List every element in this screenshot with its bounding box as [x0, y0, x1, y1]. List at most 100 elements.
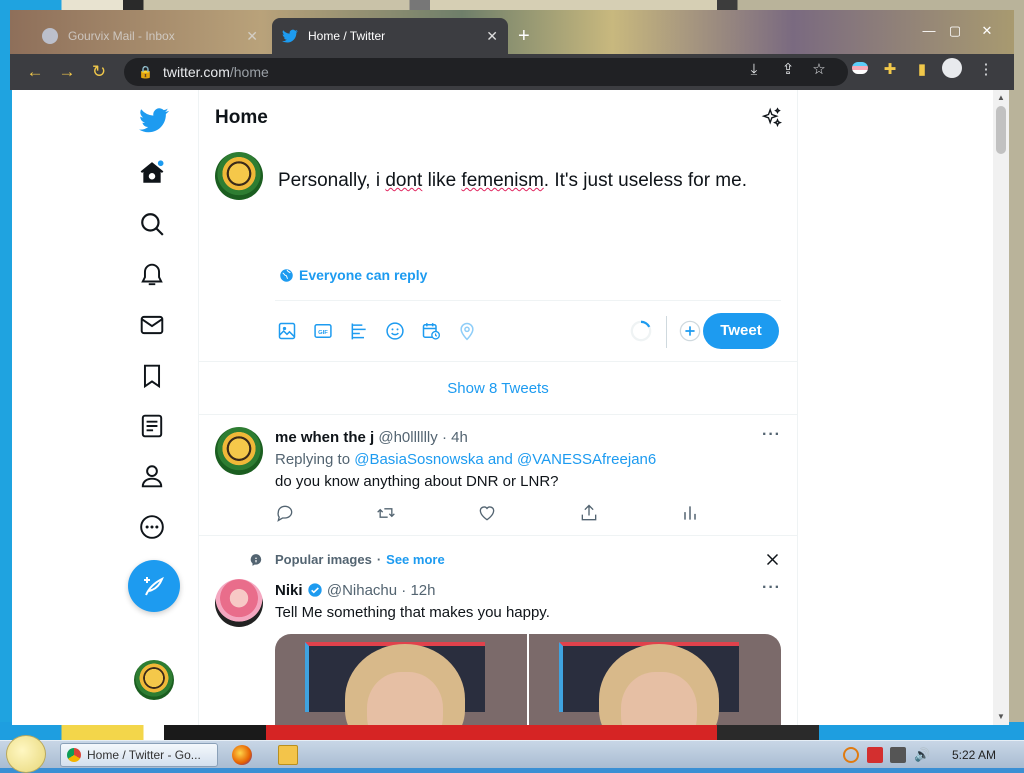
column-divider: [797, 90, 798, 725]
compose-text-part: Personally, i: [278, 170, 386, 191]
explore-search-icon[interactable]: [139, 211, 165, 237]
back-icon[interactable]: ←: [26, 63, 44, 81]
start-button[interactable]: [6, 735, 46, 773]
verified-badge-icon: [308, 583, 322, 597]
tweet-header: me when the j @h0lllllly · 4h: [275, 429, 468, 446]
bookmarks-icon[interactable]: [139, 363, 165, 389]
share-upload-icon[interactable]: [579, 503, 599, 523]
home-icon[interactable]: [139, 160, 165, 186]
messages-envelope-icon[interactable]: [139, 312, 165, 338]
taskbar-clock[interactable]: 5:22 AM: [952, 748, 996, 762]
tweet-button[interactable]: Tweet: [703, 313, 779, 349]
search-tray-icon[interactable]: [843, 747, 859, 763]
page-viewport: Home Personally, i dont like femenism. I…: [12, 90, 1009, 725]
chrome-icon: [67, 748, 81, 762]
close-tab-icon[interactable]: ✕: [486, 28, 498, 45]
dismiss-close-icon[interactable]: [765, 552, 780, 567]
popular-images-label: Popular images: [275, 552, 372, 567]
more-options-circle-icon[interactable]: [139, 514, 165, 540]
share-icon[interactable]: ⇪: [776, 58, 800, 82]
extension-flag-icon[interactable]: [848, 58, 872, 82]
show-new-tweets-link[interactable]: Show 8 Tweets: [199, 380, 797, 397]
minimize-icon[interactable]: —: [918, 22, 940, 40]
lists-icon[interactable]: [139, 413, 165, 439]
page-scrollbar[interactable]: ▲ ▼: [993, 90, 1009, 725]
notifications-bell-icon[interactable]: [139, 262, 165, 288]
reply-setting-button[interactable]: Everyone can reply: [279, 267, 427, 283]
schedule-icon[interactable]: [421, 321, 441, 341]
url-path: /home: [229, 64, 269, 80]
extensions-puzzle-icon[interactable]: ✚: [878, 58, 902, 82]
close-window-icon[interactable]: ✕: [976, 22, 998, 40]
url-host: twitter.com: [162, 64, 230, 80]
tweet-author-handle[interactable]: @h0lllllly: [378, 429, 437, 446]
feather-plus-icon: [144, 576, 164, 596]
emoji-icon[interactable]: [385, 321, 405, 341]
compose-text-part: dont: [385, 170, 423, 191]
tab-mail[interactable]: Gourvix Mail - Inbox ✕: [32, 18, 268, 54]
network-tray-icon[interactable]: [890, 747, 906, 763]
reply-icon[interactable]: [275, 503, 295, 523]
tweet-photo[interactable]: [275, 634, 527, 725]
install-icon[interactable]: ⤓: [742, 58, 766, 82]
tweet-time[interactable]: 12h: [410, 582, 435, 599]
compose-tweet-button[interactable]: [128, 560, 180, 612]
bookmark-star-icon[interactable]: ☆: [807, 58, 831, 82]
twitter-logo-icon[interactable]: [139, 105, 169, 135]
char-count-ring-icon: [630, 320, 652, 342]
forward-icon[interactable]: →: [58, 63, 76, 81]
maximize-icon[interactable]: ▢: [944, 22, 966, 40]
tab-twitter[interactable]: Home / Twitter ✕: [272, 18, 508, 54]
compose-avatar: [215, 152, 263, 200]
poll-icon[interactable]: [349, 321, 369, 341]
tweet-photo[interactable]: [529, 634, 781, 725]
tab-title: Home / Twitter: [308, 29, 386, 43]
see-more-link[interactable]: See more: [386, 552, 445, 567]
sidebar-icon[interactable]: ▮: [910, 58, 934, 82]
retweet-icon[interactable]: [376, 503, 396, 523]
profile-icon[interactable]: [940, 58, 964, 82]
tweet-more-icon[interactable]: ···: [762, 579, 781, 597]
section-divider: [199, 361, 797, 362]
account-avatar[interactable]: [134, 660, 174, 700]
gif-icon[interactable]: GIF: [313, 321, 333, 341]
tweet-time[interactable]: 4h: [451, 429, 468, 446]
replying-to-users[interactable]: @BasiaSosnowska and @VANESSAfreejan6: [354, 451, 656, 468]
tweet-more-icon[interactable]: ···: [762, 426, 781, 444]
security-tray-icon[interactable]: [867, 747, 883, 763]
new-tab-icon[interactable]: +: [518, 26, 530, 46]
dot-separator: ·: [376, 552, 382, 567]
tweet-author-avatar[interactable]: [215, 579, 263, 627]
twitter-favicon-icon: [282, 29, 298, 43]
scrollbar-thumb[interactable]: [996, 106, 1006, 154]
file-explorer-icon[interactable]: [278, 745, 298, 765]
media-image-icon[interactable]: [277, 321, 297, 341]
volume-tray-icon[interactable]: 🔊: [914, 747, 930, 763]
taskbar-item-label: Home / Twitter - Go...: [87, 748, 201, 762]
top-tweets-sparkle-icon[interactable]: [761, 107, 783, 129]
compose-divider: [275, 300, 781, 301]
tweet-author-name[interactable]: Niki: [275, 582, 303, 599]
reload-icon[interactable]: ↻: [90, 63, 108, 81]
compose-textbox[interactable]: Personally, i dont like femenism. It's j…: [278, 170, 747, 192]
tweet-media-grid[interactable]: [275, 634, 781, 725]
tweet-author-avatar[interactable]: [215, 427, 263, 475]
section-divider: [199, 535, 797, 536]
tweet-author-name[interactable]: me when the j: [275, 429, 374, 446]
like-heart-icon[interactable]: [477, 503, 497, 523]
scroll-up-icon[interactable]: ▲: [996, 93, 1006, 103]
taskbar-browser-window[interactable]: Home / Twitter - Go...: [60, 743, 218, 767]
twitter-sidebar-nav: [127, 90, 199, 725]
chrome-menu-icon[interactable]: ⋮: [974, 58, 998, 82]
scroll-down-icon[interactable]: ▼: [996, 712, 1006, 722]
close-tab-icon[interactable]: ✕: [246, 28, 258, 45]
profile-person-icon[interactable]: [139, 463, 165, 489]
firefox-icon[interactable]: [232, 745, 252, 765]
add-thread-plus-icon[interactable]: [679, 320, 701, 342]
tweet-author-handle[interactable]: @Nihachu: [327, 582, 397, 599]
address-bar[interactable]: 🔒 twitter.com/home: [124, 58, 848, 86]
section-divider: [199, 414, 797, 415]
compose-text-part: femenism: [461, 170, 544, 191]
location-pin-icon[interactable]: [457, 321, 477, 341]
analytics-icon[interactable]: [680, 503, 700, 523]
